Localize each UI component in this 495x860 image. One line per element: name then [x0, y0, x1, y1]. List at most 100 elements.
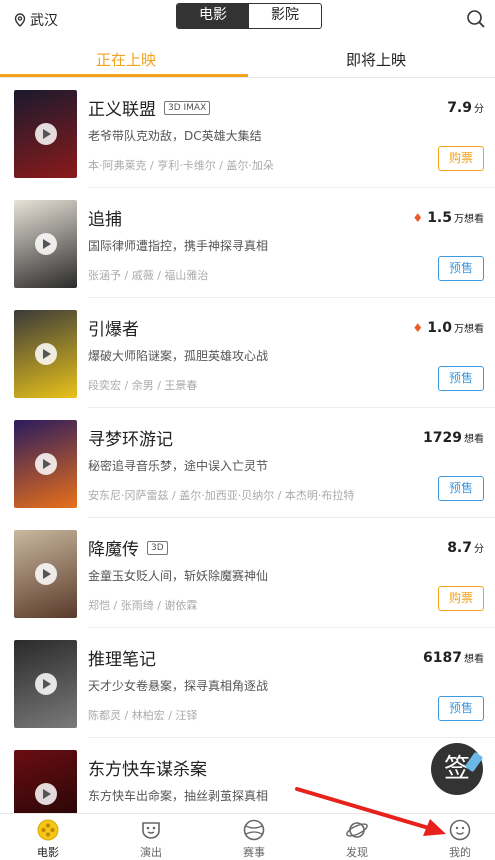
play-icon[interactable] [35, 783, 57, 805]
movie-title-text: 引爆者 [88, 320, 139, 340]
movie-cast: 郑恺 / 张雨绮 / 谢依霖 [88, 599, 198, 612]
score-value: 7.9 [447, 100, 472, 116]
buy-ticket-button[interactable]: 购票 [438, 146, 484, 171]
location-selector[interactable]: 武汉 [14, 10, 58, 30]
score-value: 8.7 [447, 540, 472, 556]
movie-item[interactable]: 追捕国际律师遭指控，携手神探寻真相 张涵予 / 戚薇 / 福山雅治 ♦ 1.5 万想看预… [0, 188, 495, 298]
movie-score: 6187 想看 [423, 650, 484, 666]
movie-score: 7.9 分 [447, 100, 484, 116]
top-bar: 武汉 电影 影院 [0, 0, 495, 38]
location-label: 武汉 [30, 13, 58, 29]
movie-title-text: 推理笔记 [88, 650, 156, 670]
nav-label: 发现 [346, 846, 368, 859]
presale-button[interactable]: 预售 [438, 476, 484, 501]
score-value: 1729 [423, 430, 462, 446]
movie-title-text: 东方快车谋杀案 [88, 760, 207, 780]
search-icon[interactable] [466, 9, 486, 29]
movie-poster[interactable] [14, 310, 77, 398]
play-icon[interactable] [35, 123, 57, 145]
movie-title: 引爆者 [88, 315, 139, 340]
segment-movie[interactable]: 电影 [177, 4, 249, 28]
movie-poster[interactable] [14, 90, 77, 178]
nav-item-0[interactable]: 电影 [18, 818, 78, 860]
movie-item[interactable]: 降魔传 3D 金童玉女贬人间，斩妖除魔赛神仙 郑恺 / 张雨绮 / 谢依霖 8.7 分购票 [0, 518, 495, 628]
nav-label: 演出 [140, 846, 162, 859]
movie-title: 东方快车谋杀案 [88, 755, 207, 780]
profile-icon [449, 819, 471, 841]
movie-title: 降魔传 3D [88, 535, 168, 560]
mask-icon [142, 822, 160, 839]
movie-title-text: 正义联盟 [88, 100, 156, 120]
buy-ticket-button[interactable]: 购票 [438, 586, 484, 611]
fire-icon: ♦ [412, 321, 424, 335]
movie-tabs: 正在上映 即将上映 [0, 40, 495, 78]
planet-icon [346, 822, 368, 838]
play-icon[interactable] [35, 233, 57, 255]
movie-cast: 张涵予 / 戚薇 / 福山雅治 [88, 269, 209, 282]
score-value: 1.5 [427, 210, 452, 226]
movie-item[interactable]: 引爆者爆破大师陷谜案，孤胆英雄攻心战 段奕宏 / 余男 / 王景春 ♦ 1.0 万想看预… [0, 298, 495, 408]
segment-switch: 电影 影院 [176, 3, 322, 29]
movie-poster[interactable] [14, 420, 77, 508]
nav-item-3[interactable]: 发现 [327, 818, 387, 860]
movie-description: 国际律师遭指控，携手神探寻真相 [88, 239, 269, 253]
presale-button[interactable]: 预售 [438, 366, 484, 391]
ball-icon [243, 819, 265, 841]
movie-title: 正义联盟 3D IMAX [88, 95, 211, 120]
play-icon[interactable] [35, 673, 57, 695]
segment-cinema[interactable]: 影院 [249, 4, 321, 28]
nav-item-2[interactable]: 赛事 [224, 818, 284, 860]
movie-title-text: 寻梦环游记 [88, 430, 173, 450]
score-unit: 万想看 [454, 324, 484, 335]
movie-description: 天才少女卷悬案，探寻真相角逐战 [88, 679, 269, 693]
movie-score: ♦ 1.0 万想看 [412, 320, 484, 336]
bottom-nav: 电影 演出 赛事 发现 我的 [0, 813, 495, 860]
movie-item[interactable]: 正义联盟 3D IMAX 老爷带队克劝敌，DC英雄大集结 本·阿弗莱克 / 亨利·卡维… [0, 78, 495, 188]
movie-score: ♦ 1.5 万想看 [412, 210, 484, 226]
location-pin-icon [14, 13, 26, 27]
play-icon[interactable] [35, 563, 57, 585]
play-icon[interactable] [35, 453, 57, 475]
nav-label: 赛事 [243, 846, 265, 859]
movie-poster[interactable] [14, 640, 77, 728]
format-badge: 3D IMAX [164, 100, 211, 115]
movie-poster[interactable] [14, 530, 77, 618]
format-badge: 3D [147, 540, 168, 555]
movie-title: 寻梦环游记 [88, 425, 173, 450]
fire-icon: ♦ [412, 211, 424, 225]
movie-description: 老爷带队克劝敌，DC英雄大集结 [88, 129, 262, 143]
score-unit: 想看 [464, 434, 484, 445]
movie-item[interactable]: 寻梦环游记秘密追寻音乐梦，途中误入亡灵节安东尼·冈萨雷兹 / 盖尔·加西亚·贝纳… [0, 408, 495, 518]
presale-button[interactable]: 预售 [438, 696, 484, 721]
movie-cast: 安东尼·冈萨雷兹 / 盖尔·加西亚·贝纳尔 / 本杰明·布拉特 [88, 489, 355, 502]
nav-item-4[interactable]: 我的 [430, 818, 490, 860]
tab-now-showing[interactable]: 正在上映 [96, 49, 156, 70]
nav-item-1[interactable]: 演出 [121, 818, 181, 860]
score-value: 1.0 [427, 320, 452, 336]
score-value: 6187 [423, 650, 462, 666]
nav-label: 我的 [449, 846, 471, 859]
checkin-button[interactable]: 签 [431, 743, 484, 795]
movie-cast: 本·阿弗莱克 / 亨利·卡维尔 / 盖尔·加朵 [88, 159, 274, 172]
tab-coming-soon[interactable]: 即将上映 [346, 49, 406, 70]
movie-title: 追捕 [88, 205, 122, 230]
movie-cast: 陈都灵 / 林柏宏 / 汪铎 [88, 709, 198, 722]
movie-score: 1729 想看 [423, 430, 484, 446]
movie-description: 秘密追寻音乐梦，途中误入亡灵节 [88, 459, 269, 473]
play-icon[interactable] [35, 343, 57, 365]
presale-button[interactable]: 预售 [438, 256, 484, 281]
movie-description: 金童玉女贬人间，斩妖除魔赛神仙 [88, 569, 269, 583]
film-icon [37, 819, 59, 841]
movie-cast: 段奕宏 / 余男 / 王景春 [88, 379, 198, 392]
movie-title-text: 追捕 [88, 210, 122, 230]
score-unit: 万想看 [454, 214, 484, 225]
movie-score: 8.7 分 [447, 540, 484, 556]
movie-item[interactable]: 推理笔记天才少女卷悬案，探寻真相角逐战 陈都灵 / 林柏宏 / 汪铎 6187 想看预… [0, 628, 495, 738]
movie-description: 爆破大师陷谜案，孤胆英雄攻心战 [88, 349, 269, 363]
movie-poster[interactable] [14, 200, 77, 288]
movie-title: 推理笔记 [88, 645, 156, 670]
score-unit: 想看 [464, 654, 484, 665]
score-unit: 分 [474, 104, 484, 115]
nav-label: 电影 [37, 846, 59, 859]
movie-description: 东方快车出命案，抽丝剥茧探真相 [88, 789, 269, 803]
